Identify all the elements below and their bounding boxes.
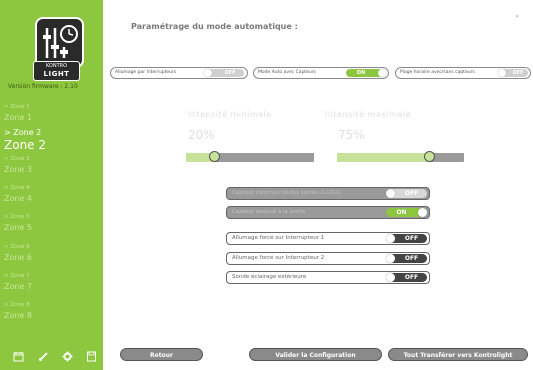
sidebar-item-zone-8[interactable]: > Zone 8 Zone 8 bbox=[4, 302, 100, 320]
zone-label: Zone 3 bbox=[4, 165, 32, 174]
close-icon[interactable]: ✕ bbox=[515, 14, 519, 20]
sidebar-item-zone-7[interactable]: > Zone 7 Zone 7 bbox=[4, 273, 100, 291]
toggle-knob bbox=[386, 254, 395, 263]
intensity-min-label: Intensité minimale bbox=[188, 110, 272, 119]
transfer-button[interactable]: Tout Transférer vers Kontrolight bbox=[388, 348, 528, 361]
zone-sub-label: > Zone 4 bbox=[4, 185, 30, 191]
save-icon[interactable] bbox=[86, 351, 97, 362]
zone-sub-label: > Zone 7 bbox=[4, 273, 30, 279]
gear-icon[interactable] bbox=[62, 351, 73, 362]
zone-label: Zone 7 bbox=[4, 282, 32, 291]
toggle-switch[interactable]: OFF bbox=[386, 234, 427, 243]
intensity-min-value: 20% bbox=[188, 128, 215, 142]
option-sonde-exterieure[interactable]: Sonde éclairage extérieure OFF bbox=[226, 271, 430, 284]
option-label: Capteur associé à la sortie bbox=[232, 209, 306, 215]
sidebar: KONTRO LIGHT Version firmware : 2.10 > Z… bbox=[0, 0, 103, 370]
back-button[interactable]: Retour bbox=[120, 348, 203, 361]
toggle-label: Allumage par Interrupteurs bbox=[115, 70, 177, 75]
toggle-knob bbox=[418, 208, 427, 217]
toggle-state: OFF bbox=[404, 255, 419, 262]
zone-label: Zone 6 bbox=[4, 253, 32, 262]
firmware-version: Version firmware : 2.10 bbox=[8, 83, 78, 90]
zone-sub-label: > Zone 2 bbox=[4, 128, 42, 137]
intensity-max-label: Intensité maximale bbox=[325, 110, 412, 119]
zone-label: Zone 2 bbox=[4, 138, 46, 152]
brand-bottom: LIGHT bbox=[43, 69, 70, 78]
toggle-state: ON bbox=[396, 209, 407, 216]
sliders-clock-icon bbox=[43, 25, 78, 58]
validate-button[interactable]: Valider la Configuration bbox=[249, 348, 382, 361]
intensity-min-slider[interactable] bbox=[186, 151, 314, 162]
toggle-label: Mode Auto avec Capteurs bbox=[258, 70, 316, 75]
sidebar-item-zone-1[interactable]: > Zone 1 Zone 1 bbox=[4, 104, 100, 122]
toggle-switch[interactable]: OFF bbox=[386, 254, 427, 263]
zone-label: Zone 8 bbox=[4, 311, 32, 320]
zone-sub-label: > Zone 6 bbox=[4, 244, 30, 250]
zone-sub-label: > Zone 3 bbox=[4, 156, 30, 162]
toggle-state: OFF bbox=[404, 274, 419, 281]
sidebar-item-zone-2[interactable]: > Zone 2 Zone 2 bbox=[4, 128, 100, 152]
zone-label: Zone 1 bbox=[4, 113, 32, 122]
intensity-max-value: 75% bbox=[338, 128, 365, 142]
toggle-mode-auto[interactable]: Mode Auto avec Capteurs ON bbox=[253, 67, 389, 79]
option-interrupteur-1[interactable]: Allumage forcé sur Interrupteur 1 OFF bbox=[226, 232, 430, 245]
toggle-switch[interactable]: OFF bbox=[386, 273, 427, 282]
calendar-icon[interactable] bbox=[13, 351, 24, 362]
option-capteur-commun[interactable]: Capteur commun toutes sorties (L1/G1) OF… bbox=[226, 187, 430, 200]
toggle-knob bbox=[378, 69, 386, 77]
slider-fill bbox=[337, 153, 430, 162]
sidebar-item-zone-6[interactable]: > Zone 6 Zone 6 bbox=[4, 244, 100, 262]
zone-sub-label: > Zone 1 bbox=[4, 104, 30, 110]
toggle-switch[interactable]: ON bbox=[386, 208, 427, 217]
sidebar-item-zone-4[interactable]: > Zone 4 Zone 4 bbox=[4, 185, 100, 203]
toggle-switch[interactable]: ON bbox=[346, 69, 386, 77]
toggle-state: ON bbox=[356, 70, 366, 76]
brush-icon[interactable] bbox=[38, 351, 49, 362]
option-label: Allumage forcé sur Interrupteur 1 bbox=[232, 235, 325, 241]
toggle-knob bbox=[204, 69, 212, 77]
option-label: Allumage forcé sur Interrupteur 2 bbox=[232, 255, 325, 261]
toggle-plage-horaire[interactable]: Plage horaire avec/sans capteurs OFF bbox=[395, 67, 531, 79]
toggle-switch[interactable]: OFF bbox=[386, 189, 427, 198]
toggle-state: OFF bbox=[224, 70, 236, 76]
slider-handle[interactable] bbox=[424, 151, 435, 162]
toggle-knob bbox=[386, 189, 395, 198]
option-label: Sonde éclairage extérieure bbox=[232, 274, 307, 280]
slider-handle[interactable] bbox=[209, 151, 221, 162]
sidebar-item-zone-3[interactable]: > Zone 3 Zone 3 bbox=[4, 156, 100, 174]
toggle-state: OFF bbox=[404, 190, 419, 197]
zone-sub-label: > Zone 5 bbox=[4, 214, 30, 220]
toggle-switch[interactable]: OFF bbox=[204, 69, 244, 77]
toggle-switch[interactable]: OFF bbox=[498, 69, 528, 77]
zone-sub-label: > Zone 8 bbox=[4, 302, 30, 308]
zone-label: Zone 5 bbox=[4, 223, 32, 232]
page-title: Paramétrage du mode automatique : bbox=[131, 22, 298, 31]
option-interrupteur-2[interactable]: Allumage forcé sur Interrupteur 2 OFF bbox=[226, 252, 430, 265]
toggle-interrupteurs[interactable]: Allumage par Interrupteurs OFF bbox=[110, 67, 248, 79]
toggle-state: OFF bbox=[404, 235, 419, 242]
toggle-knob bbox=[386, 273, 395, 282]
toggle-label: Plage horaire avec/sans capteurs bbox=[400, 70, 475, 75]
brand-logo: KONTRO LIGHT bbox=[33, 61, 80, 81]
toggle-knob bbox=[498, 69, 506, 77]
zone-label: Zone 4 bbox=[4, 194, 32, 203]
option-label: Capteur commun toutes sorties (L1/G1) bbox=[232, 190, 342, 196]
intensity-max-slider[interactable] bbox=[337, 151, 464, 162]
option-capteur-associe[interactable]: Capteur associé à la sortie ON bbox=[226, 206, 430, 219]
sidebar-item-zone-5[interactable]: > Zone 5 Zone 5 bbox=[4, 214, 100, 232]
toggle-knob bbox=[386, 234, 395, 243]
